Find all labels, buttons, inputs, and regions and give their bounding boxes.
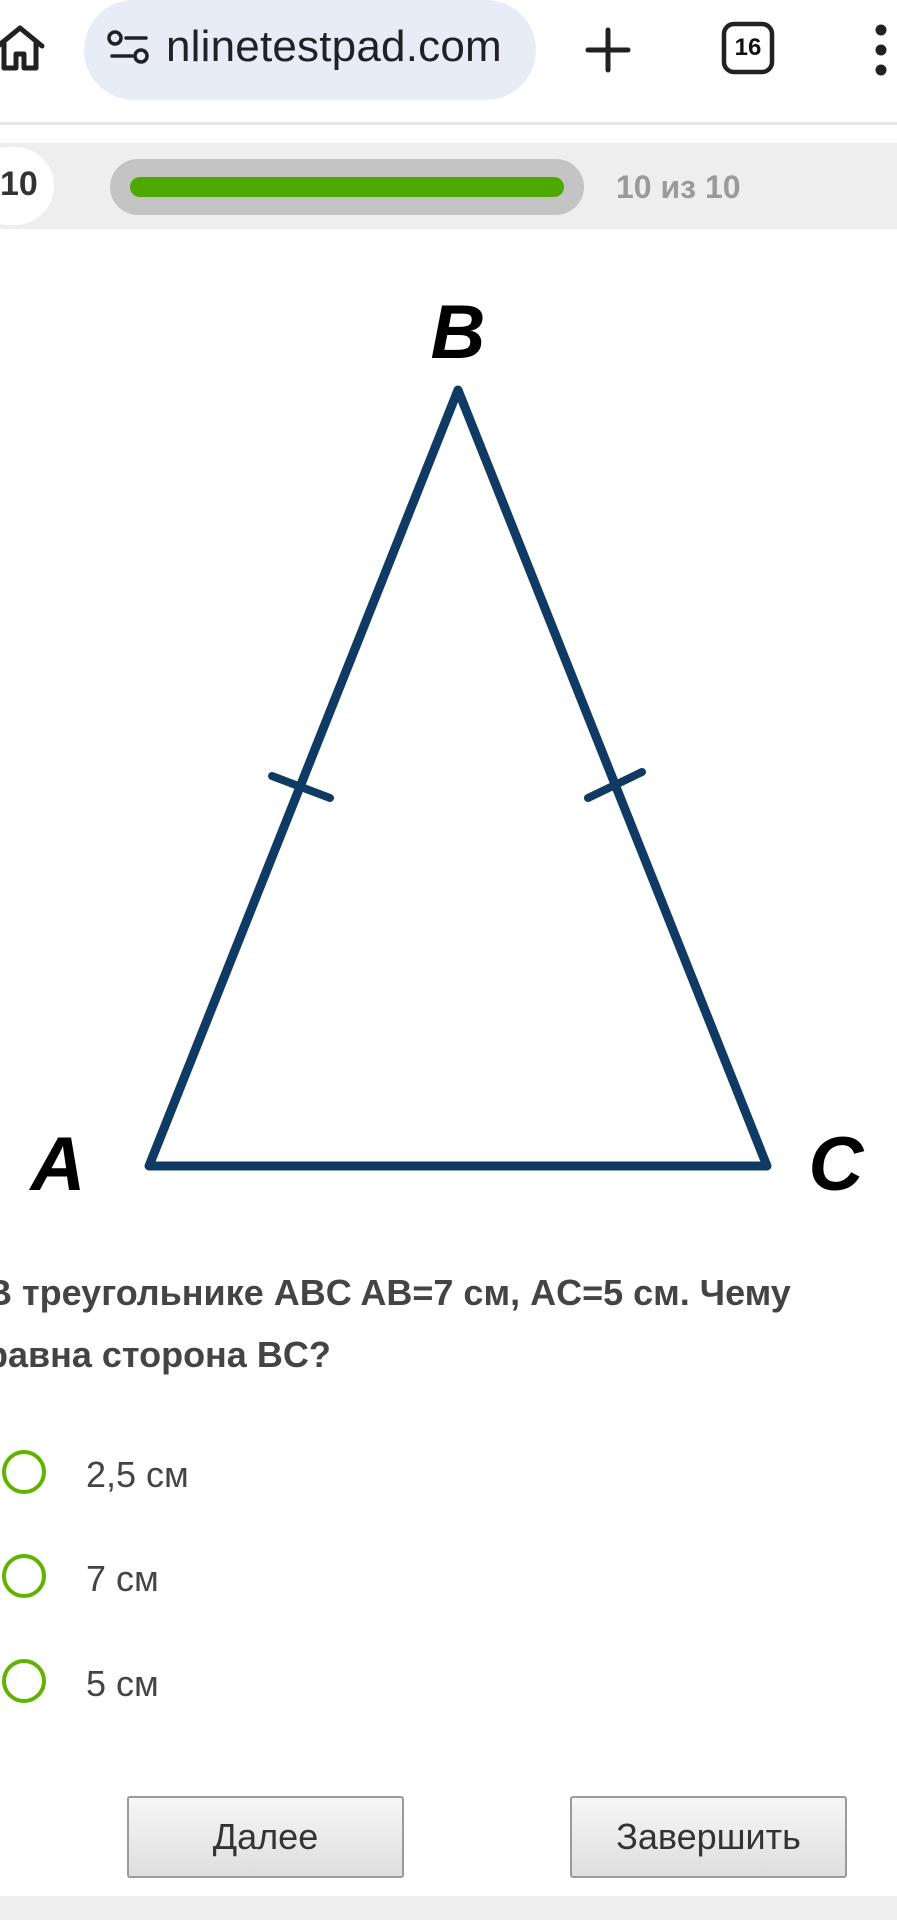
progress-fill	[130, 177, 564, 197]
progress-strip: 10 10 из 10	[0, 143, 897, 229]
answer-option[interactable]: 2,5 см	[0, 1450, 600, 1540]
question-text: В треугольнике ABC AB=7 см, AC=5 см. Чем…	[0, 1272, 791, 1375]
radio-button[interactable]	[2, 1659, 46, 1703]
option-label[interactable]: 7 см	[86, 1558, 159, 1600]
tab-switcher-button[interactable]: 16	[720, 20, 776, 76]
question-number: 10	[0, 165, 38, 203]
tab-count: 16	[734, 34, 762, 61]
toolbar-divider	[0, 122, 897, 125]
home-icon[interactable]	[0, 22, 48, 74]
progress-counter: 10 из 10	[616, 169, 741, 205]
finish-button[interactable]: Завершить	[570, 1796, 847, 1878]
address-bar[interactable]: nlinetestpad.com	[84, 0, 536, 100]
site-info-icon[interactable]	[106, 28, 154, 68]
vertex-label-c: C	[809, 1122, 865, 1207]
progress-bar	[110, 159, 584, 215]
bottom-strip	[0, 1896, 897, 1920]
vertex-label-b: B	[431, 290, 486, 375]
more-vert-icon[interactable]	[866, 18, 896, 82]
vertex-label-a: A	[29, 1122, 86, 1207]
browser-toolbar: nlinetestpad.com 16	[0, 0, 897, 124]
radio-button[interactable]	[2, 1554, 46, 1598]
triangle-outline	[144, 385, 772, 1171]
option-label[interactable]: 5 см	[86, 1663, 159, 1705]
answer-option[interactable]: 5 см	[0, 1659, 600, 1749]
answer-option[interactable]: 7 см	[0, 1554, 600, 1644]
next-button[interactable]: Далее	[127, 1796, 404, 1878]
triangle-figure: B A C	[29, 290, 865, 1207]
plus-icon[interactable]	[580, 22, 636, 78]
url-text[interactable]: nlinetestpad.com	[166, 22, 502, 72]
option-label[interactable]: 2,5 см	[86, 1454, 189, 1496]
radio-button[interactable]	[2, 1450, 46, 1494]
